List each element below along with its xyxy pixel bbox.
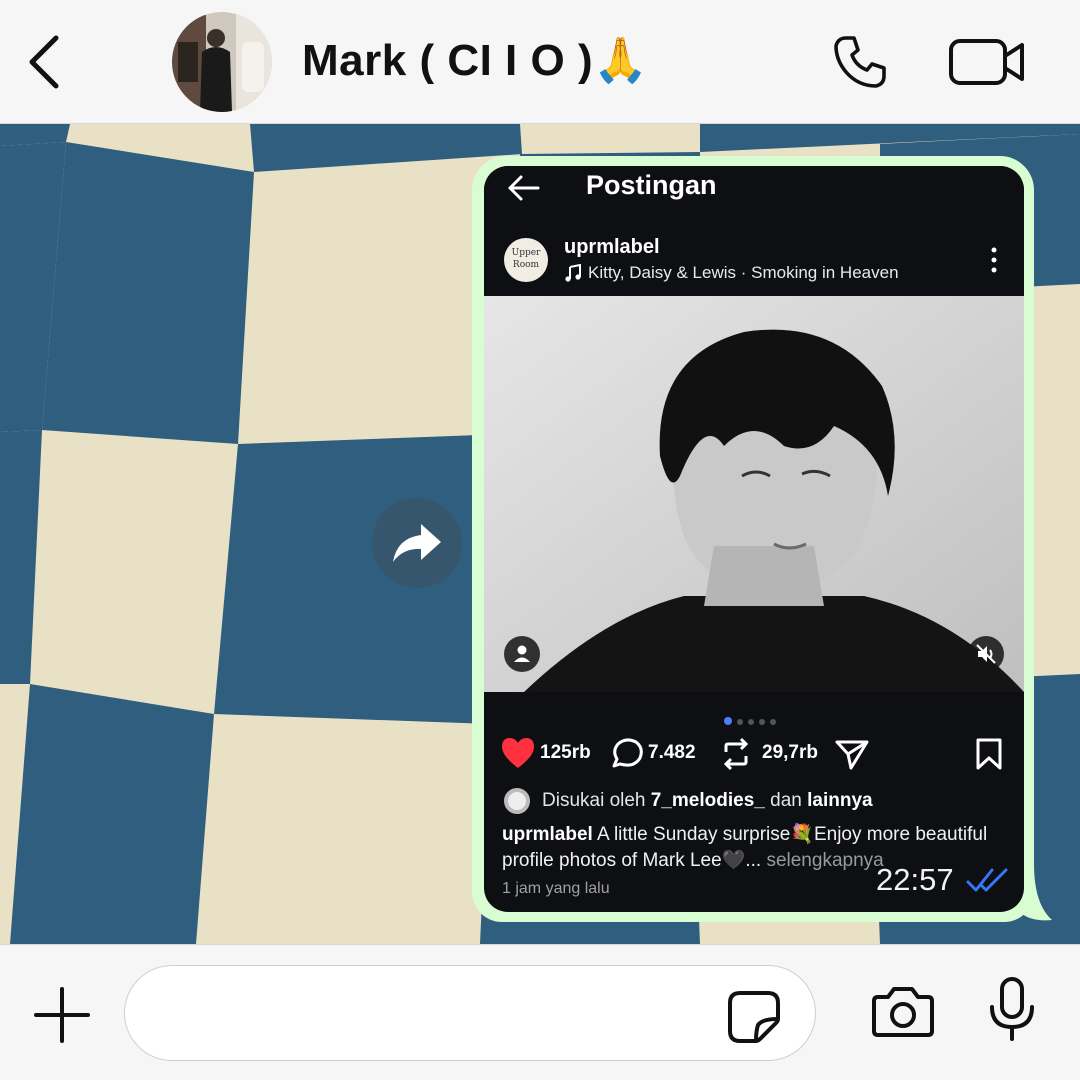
bookmark-icon[interactable]	[974, 736, 1004, 772]
sticker-icon	[728, 991, 780, 1043]
poster-avatar[interactable]: Upper Room	[504, 238, 548, 282]
more-options-icon[interactable]	[984, 246, 1004, 274]
heart-icon[interactable]	[500, 736, 536, 770]
instagram-post-card[interactable]: Postingan Upper Room uprmlabel Kitty, Da…	[484, 166, 1024, 912]
speaker-muted-icon	[976, 644, 996, 664]
poster-username[interactable]: uprmlabel	[564, 236, 660, 259]
carousel-indicator	[724, 712, 784, 725]
attach-button[interactable]	[32, 985, 92, 1045]
tagged-people-button[interactable]	[504, 636, 540, 672]
reposts-count[interactable]: 29,7rb	[762, 742, 818, 764]
contact-avatar[interactable]	[172, 12, 272, 112]
phone-icon	[834, 36, 886, 88]
camera-button[interactable]	[870, 981, 936, 1041]
arrow-left-icon[interactable]	[506, 170, 542, 206]
caption-more-link[interactable]: selengkapnya	[766, 850, 883, 871]
caption-username: uprmlabel	[502, 824, 593, 845]
microphone-button[interactable]	[986, 975, 1038, 1045]
sticker-button[interactable]	[726, 989, 782, 1045]
chat-area[interactable]: Postingan Upper Room uprmlabel Kitty, Da…	[0, 124, 1080, 944]
post-header: Postingan Upper Room uprmlabel Kitty, Da…	[484, 166, 1024, 296]
comment-icon[interactable]	[608, 736, 644, 772]
camera-icon	[872, 987, 934, 1037]
back-button[interactable]	[22, 30, 70, 94]
video-call-button[interactable]	[948, 36, 1028, 88]
liked-by-row[interactable]: Disukai oleh 7_melodies_ dan lainnya	[502, 786, 1012, 816]
post-music[interactable]: Kitty, Daisy & Lewis · Smoking in Heaven	[588, 263, 899, 283]
forward-button[interactable]	[372, 498, 462, 588]
liker-avatar	[504, 788, 530, 814]
mute-button[interactable]	[968, 636, 1004, 672]
read-receipt-icon	[966, 868, 1008, 892]
liked-by-text: Disukai oleh 7_melodies_ dan lainnya	[542, 790, 873, 811]
music-note-icon	[565, 264, 581, 282]
forward-arrow-icon	[393, 524, 441, 562]
comments-count[interactable]: 7.482	[648, 742, 696, 764]
post-photo[interactable]	[484, 296, 1024, 692]
message-composer	[0, 944, 1080, 1080]
share-icon[interactable]	[834, 736, 870, 772]
post-time-ago: 1 jam yang lalu	[502, 880, 610, 897]
person-icon	[514, 645, 530, 662]
repost-icon[interactable]	[720, 736, 752, 772]
video-camera-icon	[949, 39, 1024, 85]
message-time: 22:57	[876, 862, 954, 897]
chat-header: Mark ( CI I O )🙏	[0, 0, 1080, 124]
contact-name[interactable]: Mark ( CI I O )🙏	[302, 34, 648, 86]
message-input[interactable]	[124, 965, 816, 1061]
voice-call-button[interactable]	[830, 32, 890, 92]
plus-icon	[34, 987, 90, 1043]
post-actions: 125rb 7.482 29,7rb	[484, 732, 1024, 778]
post-page-title: Postingan	[586, 170, 717, 200]
chevron-left-icon	[29, 35, 59, 89]
microphone-icon	[990, 977, 1034, 1041]
likes-count[interactable]: 125rb	[540, 742, 591, 764]
bubble-tail	[1020, 864, 1052, 921]
